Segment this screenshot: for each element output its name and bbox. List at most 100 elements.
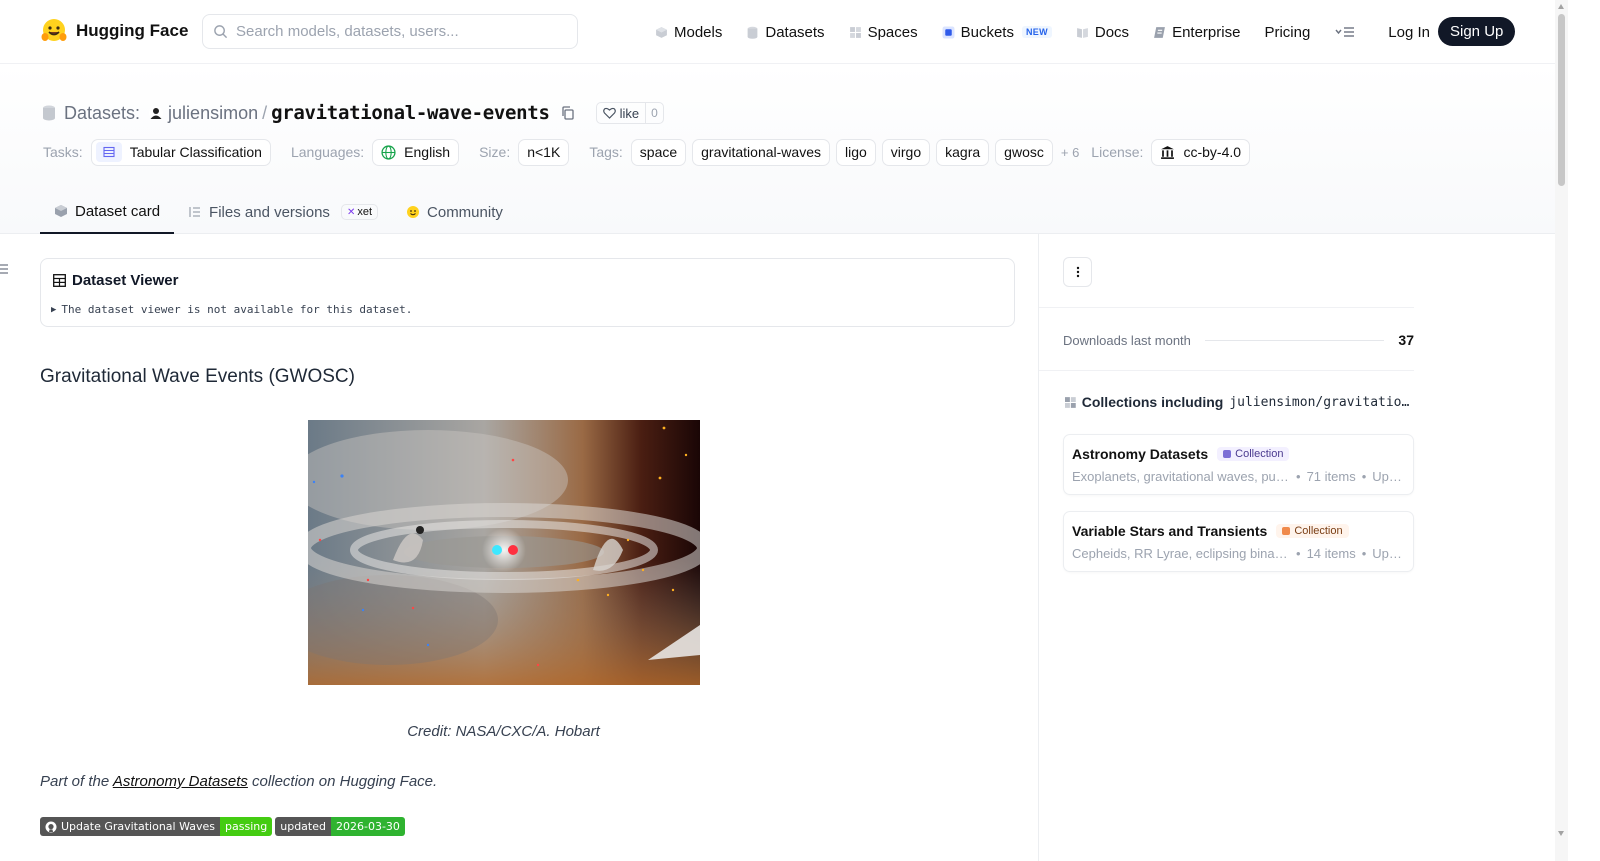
globe-icon	[381, 144, 396, 160]
collection-updated: Up…	[1372, 469, 1402, 484]
like-label: like	[619, 105, 640, 121]
scroll-up-icon[interactable]	[1558, 4, 1564, 9]
heart-icon	[602, 107, 616, 119]
signup-button[interactable]: Sign Up	[1438, 17, 1516, 46]
license-icon	[1161, 145, 1175, 159]
tab-files[interactable]: Files and versions ✕ xet	[174, 190, 392, 234]
top-navbar: Hugging Face Models Datasets Spaces Buck…	[0, 0, 1555, 64]
task-chip-label: Tabular Classification	[129, 144, 262, 160]
brand-link[interactable]: Hugging Face	[40, 17, 188, 45]
tag-chip-label: space	[639, 144, 678, 160]
nav-pricing[interactable]: Pricing	[1264, 24, 1310, 41]
card-heading: Gravitational Wave Events (GWOSC)	[40, 366, 355, 387]
search-input[interactable]	[236, 23, 556, 40]
tab-dataset-card[interactable]: Dataset card	[40, 190, 175, 234]
scrollbar-thumb[interactable]	[1558, 14, 1565, 186]
nav-buckets[interactable]: Buckets NEW	[942, 24, 1052, 41]
vertical-dots-icon	[1076, 266, 1079, 278]
tasks-label: Tasks:	[43, 144, 83, 160]
collection-description: Exoplanets, gravitational waves, pul…	[1072, 469, 1290, 484]
license-chip[interactable]: cc-by-4.0	[1151, 138, 1251, 166]
task-chip[interactable]: Tabular Classification	[90, 138, 271, 166]
collection-note: Part of the Astronomy Datasets collectio…	[40, 773, 438, 790]
tag-chip-label: virgo	[890, 144, 922, 160]
collection-tag: Collection	[1276, 524, 1349, 538]
tag-chip[interactable]: gravitational-waves	[692, 138, 830, 166]
tag-chip-label: gwosc	[1004, 144, 1044, 160]
repo-owner-link[interactable]: juliensimon	[168, 103, 258, 124]
collection-count: 14 items	[1306, 546, 1356, 561]
nav-buckets-label: Buckets	[960, 23, 1014, 41]
updated-badge[interactable]: updated 2026-03-30	[275, 817, 405, 836]
hugging-face-logo-icon	[41, 19, 67, 41]
nav-datasets[interactable]: Datasets	[746, 23, 825, 41]
workflow-badge[interactable]: Update Gravitational Waves passing	[40, 817, 273, 836]
tag-chip[interactable]: kagra	[936, 138, 990, 166]
scroll-down-icon[interactable]	[1558, 831, 1564, 836]
tag-chip[interactable]: ligo	[835, 138, 876, 166]
tag-chip[interactable]: space	[630, 138, 687, 166]
tag-chip-label: ligo	[844, 144, 867, 160]
like-button[interactable]: like 0	[595, 102, 664, 124]
size-chip[interactable]: n<1K	[518, 138, 570, 166]
repo-name-link[interactable]: gravitational-wave-events	[271, 102, 550, 124]
sidebar-toggle-icon[interactable]	[0, 263, 10, 275]
xet-badge: ✕ xet	[340, 204, 379, 220]
nav-datasets-label: Datasets	[765, 23, 825, 41]
options-menu-button[interactable]	[1063, 257, 1092, 287]
nav-docs[interactable]: Docs	[1076, 24, 1129, 41]
tag-chip-label: kagra	[945, 144, 981, 160]
astronomy-datasets-link[interactable]: Astronomy Datasets	[113, 773, 248, 790]
size-label: Size:	[479, 144, 511, 160]
owner-avatar	[149, 106, 164, 120]
dataset-viewer-title: Dataset Viewer	[53, 272, 178, 289]
more-menu-button[interactable]	[1334, 24, 1356, 40]
more-tags-link[interactable]: + 6	[1061, 145, 1079, 160]
language-chip[interactable]: English	[372, 138, 460, 166]
buckets-icon	[942, 26, 955, 38]
downloads-value: 37	[1398, 332, 1414, 348]
tab-community[interactable]: Community	[392, 190, 517, 234]
tag-chip[interactable]: gwosc	[995, 138, 1053, 166]
tab-dataset-card-label: Dataset card	[75, 202, 161, 220]
collection-icon	[1065, 396, 1076, 408]
nav-enterprise[interactable]: Enterprise	[1153, 24, 1240, 41]
repo-type-label: Datasets:	[64, 102, 141, 123]
collection-card[interactable]: Astronomy Datasets Collection Exoplanets…	[1063, 434, 1414, 495]
size-chip-label: n<1K	[527, 144, 561, 160]
license-label: License:	[1091, 144, 1144, 160]
tag-chip-label: gravitational-waves	[701, 144, 821, 160]
collection-name: Variable Stars and Transients	[1072, 523, 1268, 539]
tags-label: Tags:	[589, 144, 623, 160]
enterprise-icon	[1154, 26, 1165, 38]
collection-icon	[1282, 527, 1291, 535]
dataset-icon	[43, 105, 55, 121]
collections-heading: Collections including juliensimon/gravit…	[1065, 394, 1413, 410]
models-icon	[656, 26, 667, 38]
page-scrollbar[interactable]	[1555, 0, 1568, 861]
downloads-stat: Downloads last month 37	[1063, 332, 1414, 348]
image-credit: Credit: NASA/CXC/A. Hobart	[407, 723, 600, 740]
nav-spaces-label: Spaces	[867, 23, 918, 41]
search-box[interactable]	[202, 14, 578, 49]
login-link[interactable]: Log In	[1388, 24, 1430, 41]
table-icon	[103, 146, 115, 158]
datasets-icon	[747, 26, 758, 39]
xet-icon: ✕	[346, 206, 356, 218]
spaces-icon	[849, 26, 861, 38]
nav-models[interactable]: Models	[655, 24, 722, 41]
dataset-viewer-details[interactable]: ▶ The dataset viewer is not available fo…	[51, 303, 412, 316]
collection-name: Astronomy Datasets	[1072, 446, 1209, 462]
collection-icon	[1223, 450, 1232, 458]
nav-spaces[interactable]: Spaces	[849, 24, 918, 41]
brand-name: Hugging Face	[76, 21, 189, 40]
copy-icon[interactable]	[560, 105, 576, 121]
files-icon	[189, 207, 201, 217]
status-badges: Update Gravitational Waves passing updat…	[40, 817, 405, 836]
new-badge: NEW	[1021, 26, 1052, 38]
tag-chip[interactable]: virgo	[881, 138, 931, 166]
search-icon	[214, 25, 228, 39]
community-icon	[407, 206, 420, 218]
repo-tabs: Dataset card Files and versions ✕ xet Com…	[40, 190, 517, 234]
collection-card[interactable]: Variable Stars and Transients Collection…	[1063, 511, 1414, 572]
